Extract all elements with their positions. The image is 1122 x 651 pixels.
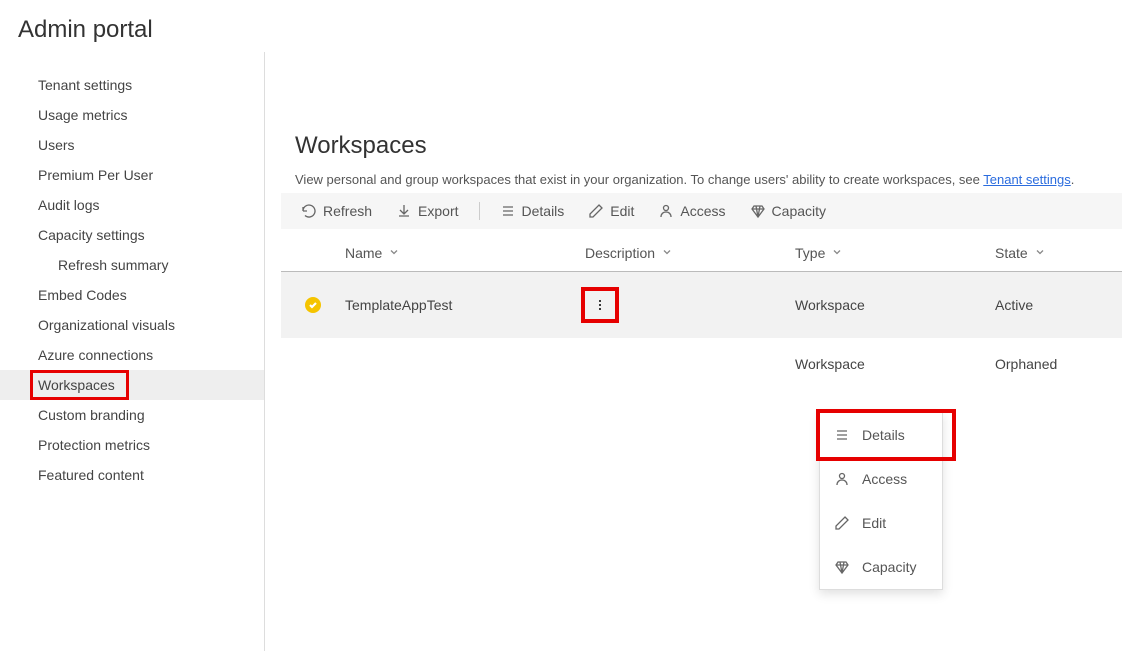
sidebar-item-label: Audit logs bbox=[38, 197, 99, 213]
pencil-icon bbox=[834, 515, 850, 531]
row-selected-check-icon bbox=[305, 297, 321, 313]
sidebar-item-label: Refresh summary bbox=[58, 257, 168, 273]
toolbar-label: Capacity bbox=[772, 203, 826, 219]
list-icon bbox=[500, 203, 516, 219]
sidebar-item-custom-branding[interactable]: Custom branding bbox=[0, 400, 264, 430]
pencil-icon bbox=[588, 203, 604, 219]
sidebar-item-embed-codes[interactable]: Embed Codes bbox=[0, 280, 264, 310]
sidebar-item-featured-content[interactable]: Featured content bbox=[0, 460, 264, 490]
chevron-down-icon bbox=[388, 245, 400, 261]
table-row[interactable]: Workspace Orphaned bbox=[281, 338, 1122, 390]
context-access-button[interactable]: Access bbox=[820, 457, 942, 501]
column-label: Name bbox=[345, 245, 382, 261]
sidebar-item-capacity-settings[interactable]: Capacity settings bbox=[0, 220, 264, 250]
sidebar-item-label: Custom branding bbox=[38, 407, 145, 423]
cell-name: TemplateAppTest bbox=[345, 297, 585, 313]
table-row[interactable]: TemplateAppTest Workspace Active bbox=[281, 272, 1122, 338]
column-label: Type bbox=[795, 245, 825, 261]
diamond-icon bbox=[750, 203, 766, 219]
desc-text-pre: View personal and group workspaces that … bbox=[295, 172, 983, 187]
context-edit-button[interactable]: Edit bbox=[820, 501, 942, 545]
refresh-button[interactable]: Refresh bbox=[293, 201, 380, 221]
sidebar-item-label: Capacity settings bbox=[38, 227, 145, 243]
sidebar-item-label: Protection metrics bbox=[38, 437, 150, 453]
table-header: Name Description Type State bbox=[281, 229, 1122, 272]
toolbar-label: Access bbox=[680, 203, 725, 219]
sidebar-item-label: Premium Per User bbox=[38, 167, 153, 183]
chevron-down-icon bbox=[1034, 245, 1046, 261]
page-title: Admin portal bbox=[0, 0, 1122, 52]
capacity-button[interactable]: Capacity bbox=[742, 201, 834, 221]
sidebar-item-label: Users bbox=[38, 137, 75, 153]
sidebar-item-workspaces[interactable]: Workspaces bbox=[0, 370, 264, 400]
toolbar-label: Details bbox=[522, 203, 565, 219]
sidebar-item-protection-metrics[interactable]: Protection metrics bbox=[0, 430, 264, 460]
toolbar-label: Export bbox=[418, 203, 458, 219]
sidebar-item-label: Featured content bbox=[38, 467, 144, 483]
row-context-menu: Details Access Edit Capacity bbox=[819, 412, 943, 590]
sidebar-item-organizational-visuals[interactable]: Organizational visuals bbox=[0, 310, 264, 340]
context-details-button[interactable]: Details bbox=[820, 413, 942, 457]
tenant-settings-link[interactable]: Tenant settings bbox=[983, 172, 1070, 187]
access-button[interactable]: Access bbox=[650, 201, 733, 221]
person-icon bbox=[834, 471, 850, 487]
toolbar-label: Refresh bbox=[323, 203, 372, 219]
edit-button[interactable]: Edit bbox=[580, 201, 642, 221]
person-icon bbox=[658, 203, 674, 219]
cell-type: Workspace bbox=[795, 297, 995, 313]
sidebar-item-label: Tenant settings bbox=[38, 77, 132, 93]
sidebar-item-label: Organizational visuals bbox=[38, 317, 175, 333]
sidebar-item-label: Usage metrics bbox=[38, 107, 127, 123]
chevron-down-icon bbox=[831, 245, 843, 261]
column-label: State bbox=[995, 245, 1028, 261]
sidebar-item-label: Azure connections bbox=[38, 347, 153, 363]
chevron-down-icon bbox=[661, 245, 673, 261]
sidebar-item-tenant-settings[interactable]: Tenant settings bbox=[0, 70, 264, 100]
sidebar-item-label: Embed Codes bbox=[38, 287, 127, 303]
more-options-button[interactable] bbox=[585, 290, 615, 320]
cell-type: Workspace bbox=[795, 356, 995, 372]
context-capacity-button[interactable]: Capacity bbox=[820, 545, 942, 589]
cell-state: Orphaned bbox=[995, 356, 1115, 372]
section-description: View personal and group workspaces that … bbox=[281, 172, 1122, 187]
toolbar: Refresh Export Details Edit Access Cap bbox=[281, 193, 1122, 229]
column-header-type[interactable]: Type bbox=[795, 245, 995, 261]
column-label: Description bbox=[585, 245, 655, 261]
toolbar-separator bbox=[479, 202, 480, 220]
toolbar-label: Edit bbox=[610, 203, 634, 219]
cell-state: Active bbox=[995, 297, 1115, 313]
sidebar-item-audit-logs[interactable]: Audit logs bbox=[0, 190, 264, 220]
context-label: Details bbox=[862, 427, 905, 443]
column-header-name[interactable]: Name bbox=[345, 245, 585, 261]
context-label: Access bbox=[862, 471, 907, 487]
main-content: Workspaces View personal and group works… bbox=[265, 52, 1122, 651]
details-button[interactable]: Details bbox=[492, 201, 573, 221]
download-icon bbox=[396, 203, 412, 219]
sidebar-item-label: Workspaces bbox=[38, 377, 115, 393]
sidebar-item-users[interactable]: Users bbox=[0, 130, 264, 160]
column-header-description[interactable]: Description bbox=[585, 245, 795, 261]
diamond-icon bbox=[834, 559, 850, 575]
desc-text-post: . bbox=[1071, 172, 1075, 187]
workspaces-table: Name Description Type State bbox=[281, 229, 1122, 390]
context-label: Capacity bbox=[862, 559, 916, 575]
context-label: Edit bbox=[862, 515, 886, 531]
sidebar: Tenant settings Usage metrics Users Prem… bbox=[0, 52, 265, 651]
column-header-state[interactable]: State bbox=[995, 245, 1115, 261]
section-title: Workspaces bbox=[281, 132, 1122, 160]
refresh-icon bbox=[301, 203, 317, 219]
export-button[interactable]: Export bbox=[388, 201, 466, 221]
sidebar-item-usage-metrics[interactable]: Usage metrics bbox=[0, 100, 264, 130]
list-icon bbox=[834, 427, 850, 443]
sidebar-item-refresh-summary[interactable]: Refresh summary bbox=[0, 250, 264, 280]
sidebar-item-azure-connections[interactable]: Azure connections bbox=[0, 340, 264, 370]
sidebar-item-premium-per-user[interactable]: Premium Per User bbox=[0, 160, 264, 190]
